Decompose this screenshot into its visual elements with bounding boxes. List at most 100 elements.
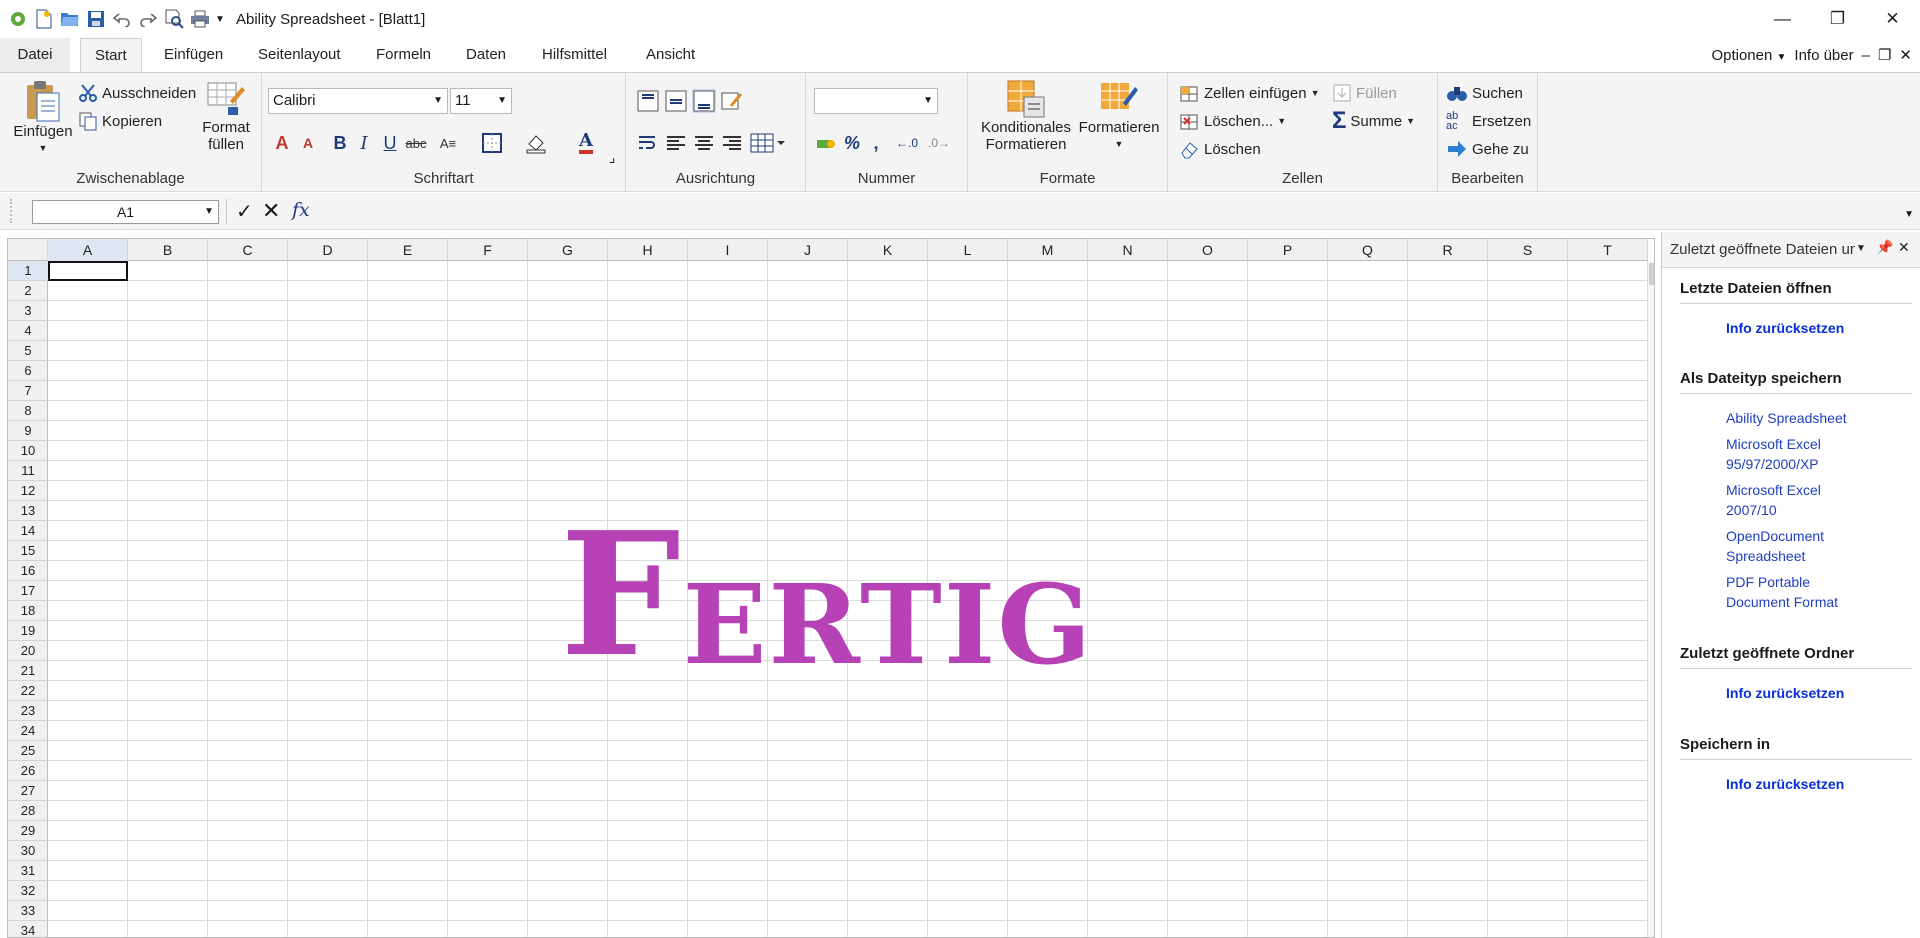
name-box[interactable]: A1 ▼ [32,200,219,224]
close-icon[interactable]: ✕ [1865,0,1920,38]
font-size-select[interactable]: 11 ▼ [450,88,512,114]
underline-icon[interactable]: U [378,131,402,155]
recent-folders-reset-link[interactable]: Info zurücksetzen [1726,683,1844,703]
replace-button[interactable]: ab ac Ersetzen [1446,111,1531,132]
paste-button[interactable]: Einfügen ▼ [10,79,76,157]
tab-view[interactable]: Ansicht [632,38,709,72]
column-header[interactable]: R [1408,239,1488,261]
function-icon[interactable]: fx [292,199,310,221]
save-as-excel-2007-link[interactable]: Microsoft Excel 2007/10 [1726,480,1846,520]
merge-cells-icon[interactable] [750,131,786,155]
tab-tools[interactable]: Hilfsmittel [528,38,621,72]
column-header[interactable]: S [1488,239,1568,261]
row-header[interactable]: 1 [8,261,48,281]
panel-close-icon[interactable]: ✕ [1898,239,1910,256]
font-family-select[interactable]: Calibri ▼ [268,88,448,114]
wrap-text-icon[interactable] [636,131,660,155]
italic-icon[interactable]: I [352,131,376,155]
select-all-corner[interactable] [8,239,48,261]
align-bottom-icon[interactable] [692,89,716,113]
column-header[interactable]: A [48,239,128,261]
recent-files-reset-link[interactable]: Info zurücksetzen [1726,318,1844,338]
align-top-icon[interactable] [636,89,660,113]
column-header[interactable]: B [128,239,208,261]
fill-color-icon[interactable] [524,131,548,155]
undo-icon[interactable] [110,7,134,31]
active-cell[interactable] [48,261,128,281]
row-header[interactable]: 7 [8,381,48,401]
row-header[interactable]: 23 [8,701,48,721]
row-header[interactable]: 21 [8,661,48,681]
minimize-icon[interactable]: — [1755,0,1810,38]
tab-data[interactable]: Daten [452,38,520,72]
column-header[interactable]: O [1168,239,1248,261]
column-header[interactable]: L [928,239,1008,261]
row-header[interactable]: 22 [8,681,48,701]
tab-formulas[interactable]: Formeln [362,38,445,72]
row-header[interactable]: 27 [8,781,48,801]
align-center-icon[interactable] [692,131,716,155]
tab-insert[interactable]: Einfügen [150,38,237,72]
column-header[interactable]: Q [1328,239,1408,261]
currency-icon[interactable] [814,131,838,155]
customize-qat-icon[interactable]: ▼ [214,7,226,31]
fill-button[interactable]: Füllen [1332,83,1397,103]
scrollbar-thumb[interactable] [1649,263,1654,285]
row-header[interactable]: 15 [8,541,48,561]
column-header[interactable]: N [1088,239,1168,261]
decrease-decimal-icon[interactable]: .0→ [924,131,954,155]
print-icon[interactable] [188,7,212,31]
row-header[interactable]: 30 [8,841,48,861]
grow-font-icon[interactable]: A [270,131,294,155]
column-header[interactable]: P [1248,239,1328,261]
row-header[interactable]: 3 [8,301,48,321]
clear-button[interactable]: Löschen [1180,139,1261,159]
row-header[interactable]: 18 [8,601,48,621]
tab-page-layout[interactable]: Seitenlayout [244,38,355,72]
save-icon[interactable] [84,7,108,31]
save-as-excel-xp-link[interactable]: Microsoft Excel 95/97/2000/XP [1726,434,1846,474]
pin-icon[interactable]: 📌 [1876,239,1893,256]
restore-icon[interactable]: ❐ [1810,0,1865,38]
save-in-reset-link[interactable]: Info zurücksetzen [1726,774,1844,794]
percent-icon[interactable]: % [840,131,864,155]
ribbon-close-icon[interactable]: ✕ [1899,46,1912,64]
row-header[interactable]: 31 [8,861,48,881]
font-effects-icon[interactable]: A≡ [436,131,460,155]
orientation-icon[interactable] [720,89,744,113]
increase-decimal-icon[interactable]: ←.0 [892,131,922,155]
formula-input[interactable] [320,199,1900,225]
row-header[interactable]: 25 [8,741,48,761]
column-header[interactable]: D [288,239,368,261]
cut-button[interactable]: Ausschneiden [78,83,196,103]
column-header[interactable]: F [448,239,528,261]
row-header[interactable]: 10 [8,441,48,461]
row-header[interactable]: 13 [8,501,48,521]
align-left-icon[interactable] [664,131,688,155]
row-header[interactable]: 12 [8,481,48,501]
row-header[interactable]: 19 [8,621,48,641]
row-header[interactable]: 14 [8,521,48,541]
save-as-opendocument-link[interactable]: OpenDocument Spreadsheet [1726,526,1846,566]
borders-icon[interactable] [480,131,504,155]
copy-button[interactable]: Kopieren [78,111,162,131]
format-fill-button[interactable]: Format füllen [198,79,254,153]
info-menu[interactable]: Info über [1794,47,1853,64]
redo-icon[interactable] [136,7,160,31]
strikethrough-icon[interactable]: abc [404,131,428,155]
new-file-icon[interactable] [32,7,56,31]
align-right-icon[interactable] [720,131,744,155]
row-header[interactable]: 28 [8,801,48,821]
row-header[interactable]: 2 [8,281,48,301]
column-header[interactable]: I [688,239,768,261]
format-button[interactable]: Formatieren ▼ [1076,79,1162,153]
ribbon-minimize-icon[interactable]: – [1862,47,1870,64]
bold-icon[interactable]: B [328,131,352,155]
save-as-ability-link[interactable]: Ability Spreadsheet [1726,408,1876,428]
row-header[interactable]: 34 [8,921,48,937]
font-settings-icon[interactable]: ⌟ [600,145,624,169]
print-preview-icon[interactable] [162,7,186,31]
vertical-scrollbar[interactable] [1648,261,1654,937]
save-as-pdf-link[interactable]: PDF Portable Document Format [1726,572,1856,612]
comma-style-icon[interactable]: , [864,131,888,155]
